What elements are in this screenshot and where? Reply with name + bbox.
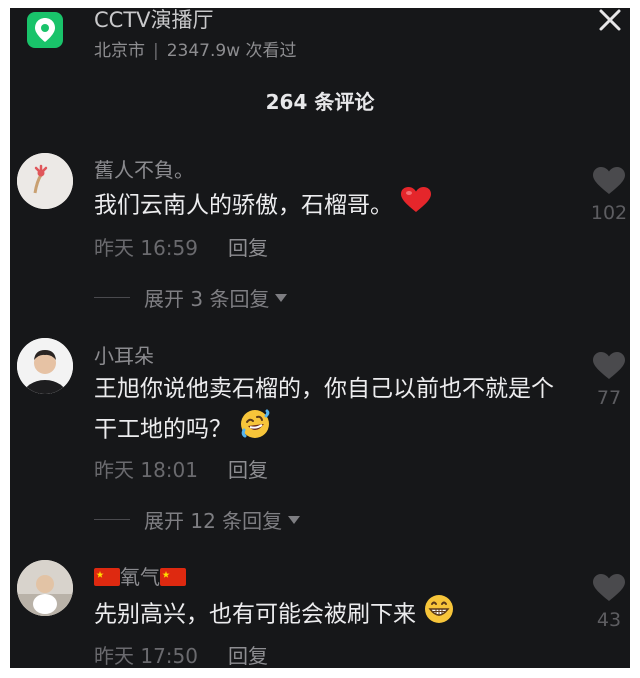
- comment-text: 先别高兴，也有可能会被刷下来: [94, 601, 416, 628]
- chevron-down-icon: [275, 293, 288, 302]
- rolling-laughing-face-emoji-icon: [239, 408, 271, 452]
- comment-text-block: 王旭你说他卖石榴的，你自己以前也不就是个干工地的吗？: [94, 371, 564, 452]
- comment-username[interactable]: 舊人不負。: [94, 154, 194, 183]
- expand-replies-button[interactable]: 展开 12 条回复: [94, 505, 301, 534]
- comment-username-row: 氧气: [94, 561, 186, 591]
- chevron-down-icon: [288, 515, 301, 524]
- like-button[interactable]: 43: [588, 573, 630, 631]
- place-meta: 北京市 | 2347.9w 次看过: [94, 36, 297, 61]
- like-count: 43: [596, 609, 622, 631]
- red-heart-emoji-icon: [400, 186, 432, 226]
- heart-icon: [593, 167, 625, 194]
- comment-username[interactable]: 小耳朵: [94, 340, 154, 369]
- comment-text: 我们云南人的骄傲，石榴哥。: [94, 192, 393, 219]
- meta-separator: |: [153, 41, 159, 61]
- comment-time: 昨天 17:50: [94, 644, 198, 668]
- china-flag-icon: [160, 567, 186, 591]
- avatar[interactable]: [17, 153, 73, 209]
- comment-time: 昨天 18:01: [94, 458, 198, 482]
- comment-panel: CCTV演播厅 北京市 | 2347.9w 次看过 264 条评论 舊人不負。 我们…: [10, 8, 630, 668]
- place-title[interactable]: CCTV演播厅: [94, 8, 214, 34]
- reply-button[interactable]: 回复: [228, 236, 268, 260]
- like-button[interactable]: 77: [588, 351, 630, 409]
- divider-line: [94, 519, 130, 520]
- grinning-face-emoji-icon: [423, 593, 455, 637]
- place-city: 北京市: [94, 41, 145, 61]
- reply-button[interactable]: 回复: [228, 458, 268, 482]
- location-pin-icon[interactable]: [27, 12, 63, 48]
- avatar[interactable]: [17, 338, 73, 394]
- close-icon[interactable]: [598, 8, 622, 32]
- like-button[interactable]: 102: [588, 166, 630, 224]
- view-count: 2347.9w 次看过: [166, 41, 297, 61]
- comment-text-block: 先别高兴，也有可能会被刷下来: [94, 593, 574, 637]
- expand-replies-button[interactable]: 展开 3 条回复: [94, 283, 288, 312]
- comment-text: 王旭你说他卖石榴的，你自己以前也不就是个干工地的吗？: [94, 376, 554, 443]
- like-count: 102: [590, 202, 628, 224]
- china-flag-icon: [94, 567, 120, 591]
- comment-count: 264 条评论: [265, 90, 375, 114]
- divider-line: [94, 297, 130, 298]
- avatar[interactable]: [17, 560, 73, 616]
- comment-time: 昨天 16:59: [94, 236, 198, 260]
- comment-meta: 昨天 17:50 回复: [94, 640, 268, 668]
- reply-button[interactable]: 回复: [228, 644, 268, 668]
- like-count: 77: [596, 387, 622, 409]
- heart-icon: [593, 574, 625, 601]
- expand-replies-label: 展开 12 条回复: [144, 509, 283, 533]
- comment-text-block: 我们云南人的骄傲，石榴哥。: [94, 186, 574, 226]
- heart-icon: [593, 352, 625, 379]
- comment-meta: 昨天 16:59 回复: [94, 232, 268, 261]
- expand-replies-label: 展开 3 条回复: [144, 287, 270, 311]
- comment-meta: 昨天 18:01 回复: [94, 454, 268, 483]
- comment-username[interactable]: 氧气: [120, 565, 160, 589]
